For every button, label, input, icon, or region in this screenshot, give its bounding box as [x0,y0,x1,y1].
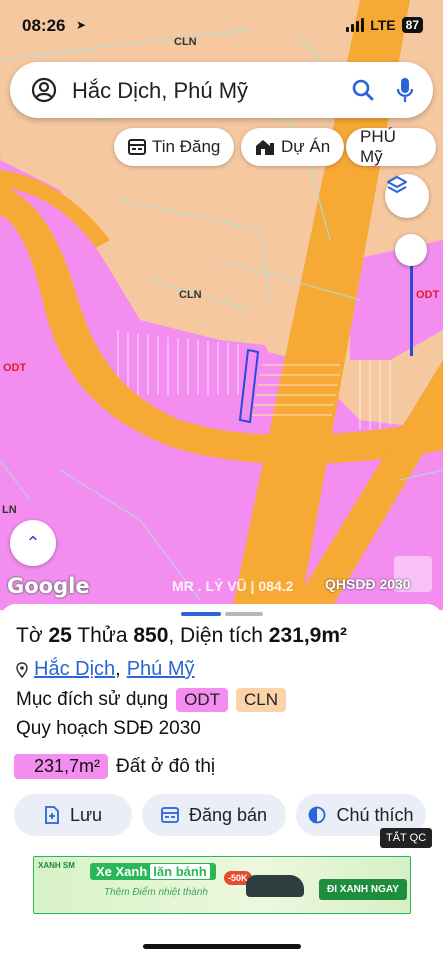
save-add-icon [45,806,59,824]
expand-up-button[interactable]: ⌃ [10,520,56,566]
sheet-number: 25 [48,624,72,647]
opacity-slider-knob[interactable] [395,234,427,266]
map-zone-label: ODT [3,362,27,374]
district-link[interactable]: Phú Mỹ [127,658,195,681]
listing-icon [161,807,179,823]
status-bar: 08:26 ➤ LTE 87 [0,0,443,54]
close-ad-button[interactable]: TẮT QC [380,828,433,848]
map-zone-label: CLN [179,289,202,301]
pin-icon [16,661,28,678]
land-use-purpose: Mục đích sử dụng ODT CLN [16,688,287,712]
plan-area-badge: 231,7m² [14,754,109,779]
ad-cta-button[interactable]: ĐI XANH NGAY [319,879,407,900]
ward-link[interactable]: Hắc Dịch [34,658,115,681]
purpose-tag-cln: CLN [236,688,287,712]
action-row: Lưu Đăng bán Chú thích [14,794,426,836]
status-time: 08:26 [22,16,66,35]
car-image [246,875,304,897]
listing-icon [128,139,146,155]
network-type: LTE [370,17,396,33]
location-arrow-icon: ➤ [76,18,87,32]
post-sale-button[interactable]: Đăng bán [142,794,286,836]
sheet-handle-secondary[interactable] [225,612,263,616]
watermark-text: MR . LÝ VŨ | 084.2 [172,578,294,594]
chip-label: PHÚ Mỹ [360,127,396,166]
ad-subtext: Thêm Điểm nhiệt thành [104,887,208,898]
home-indicator[interactable] [143,944,301,949]
parcel-number: 850 [133,624,169,647]
location-separator: , [115,658,121,680]
parcel-area: 231,9m² [268,624,347,647]
layers-icon [387,176,407,193]
parcel-sheet[interactable]: Tờ 25 Thửa 850, Diện tích 231,9m² Hắc Dị… [0,604,443,960]
legend-icon [309,806,326,824]
search-icon[interactable] [351,78,375,102]
map-zone-label: ODT [416,289,440,301]
legend-label: Chú thích [336,804,414,825]
opacity-slider-track[interactable] [410,252,413,356]
signal-icon [346,18,365,32]
title-mid: Thửa [71,624,134,647]
plan-area-row: 231,7m² Đất ở đô thị [14,754,215,779]
plan-label: Quy hoạch SDĐ 2030 [16,718,201,739]
mic-icon[interactable] [395,76,415,104]
parcel-location: Hắc Dịch, Phú Mỹ [16,658,195,681]
building-icon [256,140,274,155]
title-prefix: Tờ [16,624,49,647]
purpose-tag-odt: ODT [176,688,229,712]
ad-banner[interactable]: XANH SM Xe Xanh lăn bánh Thêm Điểm nhiệt … [33,856,411,914]
ad-brand: XANH SM [38,861,75,870]
plan-use: Đất ở đô thị [116,755,216,777]
post-sale-label: Đăng bán [188,804,268,825]
purpose-label: Mục đích sử dụng [16,689,169,710]
search-bar[interactable]: Hắc Dịch, Phú Mỹ [10,62,433,118]
google-logo: Google [7,574,90,598]
title-area-label: , Diện tích [168,624,269,647]
chip-label: Tin Đăng [152,137,221,156]
ad-headline-a: Xe Xanh [96,864,148,879]
ad-headline-b: lăn bánh [150,864,210,879]
account-icon[interactable] [30,76,58,104]
search-input[interactable]: Hắc Dịch, Phú Mỹ [72,78,248,104]
chip-du-an[interactable]: Dự Án [241,128,345,166]
chevron-up-icon: ⌃ [25,532,41,553]
map-zone-label: LN [2,504,17,516]
layer-badge: QHSDĐ 2030 [325,576,411,592]
chip-area[interactable]: PHÚ Mỹ [346,127,436,166]
layers-button[interactable] [385,174,429,218]
save-button[interactable]: Lưu [14,794,132,836]
ad-headline: Xe Xanh lăn bánh [90,863,216,880]
battery-icon: 87 [401,17,423,33]
save-button-label: Lưu [69,804,103,825]
parcel-title: Tờ 25 Thửa 850, Diện tích 231,9m² [16,624,347,648]
chip-label: Dự Án [281,137,331,156]
chip-tin-dang[interactable]: Tin Đăng [114,128,235,166]
sheet-handle[interactable] [181,612,221,616]
